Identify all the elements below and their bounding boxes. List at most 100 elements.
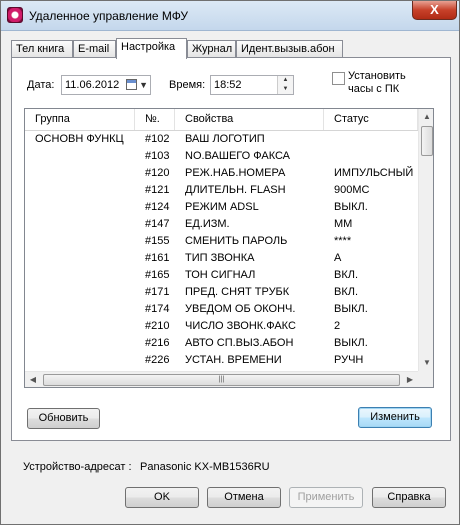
cell-group: [35, 148, 133, 165]
cell-number: #161: [145, 252, 170, 264]
table-row[interactable]: #165 ТОН СИГНАЛ ВКЛ.: [25, 267, 418, 284]
date-dropdown-button[interactable]: ▼: [122, 76, 150, 94]
sync-clock-label-line1: Установить: [348, 70, 406, 82]
horizontal-scrollbar[interactable]: ◀ ||| ▶: [25, 371, 418, 387]
table-row[interactable]: #174 УВЕДОМ ОБ ОКОНЧ. ВЫКЛ.: [25, 301, 418, 318]
cell-status: ****: [334, 235, 352, 247]
cell-status: ММ: [334, 218, 353, 230]
scroll-down-icon[interactable]: ▼: [419, 355, 433, 371]
cell-status: ВКЛ.: [334, 269, 359, 281]
table-row[interactable]: ОСНОВН ФУНКЦ #102 ВАШ ЛОГОТИП: [25, 131, 418, 148]
cell-property: АВТО СП.ВЫЗ.АБОН: [185, 337, 294, 349]
cell-property: РЕЖИМ ADSL: [185, 201, 259, 213]
cell-number: #210: [145, 320, 170, 332]
scroll-right-icon[interactable]: ▶: [402, 372, 418, 387]
chevron-down-icon: ▼: [139, 80, 148, 90]
title-bar: Удаленное управление МФУ X: [1, 1, 459, 31]
cell-property: ТОН СИГНАЛ: [185, 269, 256, 281]
remote-control-window: Удаленное управление МФУ X Тел книга E-m…: [0, 0, 460, 525]
horizontal-scroll-thumb[interactable]: |||: [43, 374, 400, 386]
scrollbar-corner: [418, 371, 433, 387]
list-body: ОСНОВН ФУНКЦ #102 ВАШ ЛОГОТИП #103 NO.ВАШЕГО…: [25, 131, 418, 371]
tab-email[interactable]: E-mail: [73, 40, 116, 58]
column-header-group[interactable]: Группа: [25, 109, 135, 130]
calendar-icon: [126, 79, 137, 90]
table-row[interactable]: #216 АВТО СП.ВЫЗ.АБОН ВЫКЛ.: [25, 335, 418, 352]
cell-status: A: [334, 252, 342, 264]
table-row[interactable]: #161 ТИП ЗВОНКА A: [25, 250, 418, 267]
cell-property: ЕД.ИЗМ.: [185, 218, 230, 230]
ok-button[interactable]: OK: [125, 487, 199, 508]
cancel-button[interactable]: Отмена: [207, 487, 281, 508]
cell-status: ИМПУЛЬСНЫЙ: [334, 167, 414, 179]
cell-status: ВКЛ.: [334, 286, 359, 298]
spin-down-icon[interactable]: ▼: [278, 85, 293, 94]
cell-group: [35, 267, 133, 284]
cell-number: #174: [145, 303, 170, 315]
scroll-left-icon[interactable]: ◀: [25, 372, 41, 387]
table-row[interactable]: #124 РЕЖИМ ADSL ВЫКЛ.: [25, 199, 418, 216]
cell-status: 900МС: [334, 184, 370, 196]
cell-property: NO.ВАШЕГО ФАКСА: [185, 150, 291, 162]
date-label: Дата:: [27, 79, 55, 91]
sync-clock-label-line2: часы с ПК: [348, 83, 400, 95]
cell-number: #103: [145, 150, 170, 162]
sync-clock-checkbox[interactable]: [332, 72, 345, 85]
cell-group: [35, 335, 133, 352]
cell-property: УСТАН. ВРЕМЕНИ: [185, 354, 282, 366]
table-row[interactable]: #103 NO.ВАШЕГО ФАКСА: [25, 148, 418, 165]
cell-property: УВЕДОМ ОБ ОКОНЧ.: [185, 303, 296, 315]
column-header-status[interactable]: Статус: [324, 109, 418, 130]
cell-status: РУЧН: [334, 354, 364, 366]
cell-status: [334, 148, 418, 165]
vertical-scroll-thumb[interactable]: [421, 126, 433, 156]
cell-status: ВЫКЛ.: [334, 201, 368, 213]
column-header-property[interactable]: Свойства: [175, 109, 324, 130]
cell-group: [35, 352, 133, 369]
table-row[interactable]: #226 УСТАН. ВРЕМЕНИ РУЧН: [25, 352, 418, 369]
tab-settings[interactable]: Настройка: [116, 38, 187, 59]
table-row[interactable]: #171 ПРЕД. СНЯТ ТРУБК ВКЛ.: [25, 284, 418, 301]
cell-group: [35, 216, 133, 233]
apply-button[interactable]: Применить: [289, 487, 363, 508]
time-spinner[interactable]: ▲ ▼: [277, 76, 293, 94]
tab-journal[interactable]: Журнал: [187, 40, 236, 58]
tab-caller-id[interactable]: Идент.вызыв.абон: [236, 40, 343, 58]
cell-property: ПРЕД. СНЯТ ТРУБК: [185, 286, 290, 298]
table-row[interactable]: #120 РЕЖ.НАБ.НОМЕРА ИМПУЛЬСНЫЙ: [25, 165, 418, 182]
table-row[interactable]: #155 СМЕНИТЬ ПАРОЛЬ ****: [25, 233, 418, 250]
device-value: Panasonic KX-MB1536RU: [140, 461, 270, 473]
help-button[interactable]: Справка: [372, 487, 446, 508]
time-label: Время:: [169, 79, 206, 91]
spin-up-icon[interactable]: ▲: [278, 76, 293, 85]
settings-list[interactable]: Группа №. Свойства Статус ОСНОВН ФУНКЦ #1…: [24, 108, 434, 388]
table-row[interactable]: #210 ЧИСЛО ЗВОНК.ФАКС 2: [25, 318, 418, 335]
date-picker[interactable]: 11.06.2012 ▼: [61, 75, 151, 95]
change-button[interactable]: Изменить: [358, 407, 432, 428]
app-icon: [7, 7, 23, 23]
cell-number: #226: [145, 354, 170, 366]
table-row[interactable]: #121 ДЛИТЕЛЬН. FLASH 900МС: [25, 182, 418, 199]
cell-number: #102: [145, 133, 170, 145]
close-button[interactable]: X: [412, 1, 457, 20]
cell-property: ЧИСЛО ЗВОНК.ФАКС: [185, 320, 296, 332]
column-header-number[interactable]: №.: [135, 109, 175, 130]
window-title: Удаленное управление МФУ: [29, 9, 188, 23]
cell-number: #155: [145, 235, 170, 247]
cell-status: 2: [334, 320, 341, 332]
table-row[interactable]: #147 ЕД.ИЗМ. ММ: [25, 216, 418, 233]
cell-number: #171: [145, 286, 170, 298]
cell-group: [35, 165, 133, 182]
cell-property: ТИП ЗВОНКА: [185, 252, 255, 264]
scroll-up-icon[interactable]: ▲: [419, 109, 433, 125]
time-value: 18:52: [214, 79, 242, 91]
time-field[interactable]: 18:52 ▲ ▼: [210, 75, 294, 95]
list-header: Группа №. Свойства Статус: [25, 109, 418, 131]
cell-property: ДЛИТЕЛЬН. FLASH: [185, 184, 286, 196]
cell-status: [334, 131, 418, 148]
tab-phonebook[interactable]: Тел книга: [11, 40, 73, 58]
refresh-button[interactable]: Обновить: [27, 408, 100, 429]
vertical-scrollbar[interactable]: ▲ ▼: [418, 109, 433, 371]
device-label: Устройство-адресат :: [23, 461, 132, 473]
cell-property: СМЕНИТЬ ПАРОЛЬ: [185, 235, 288, 247]
